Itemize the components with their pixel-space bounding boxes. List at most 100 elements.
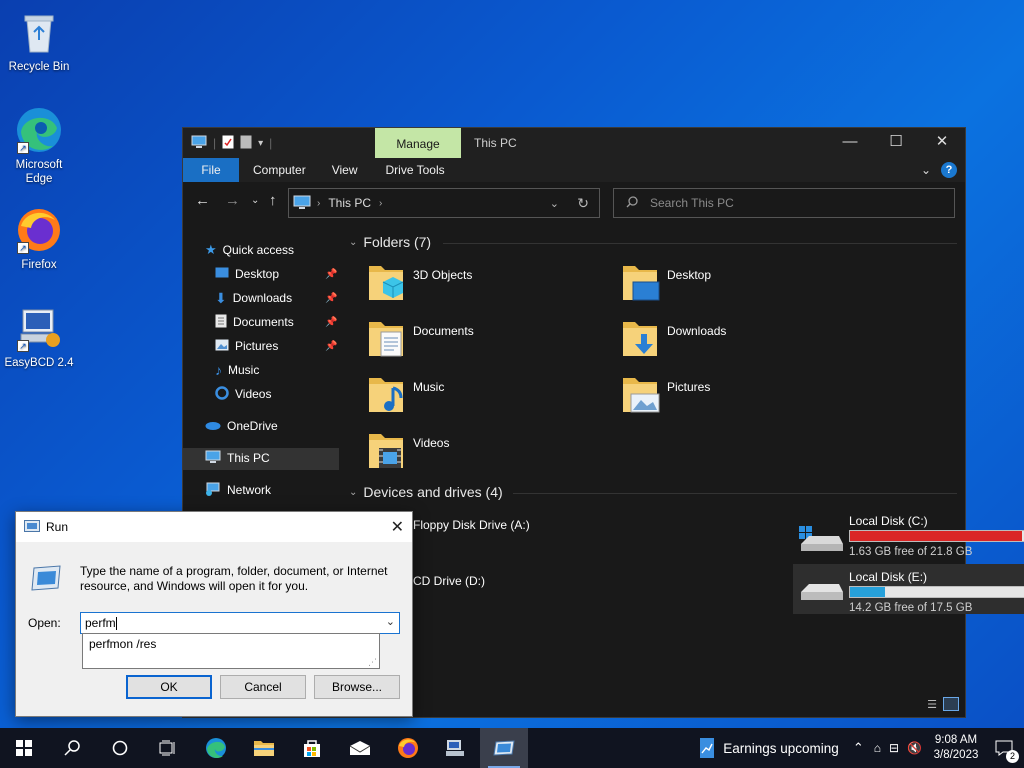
folder-label: Pictures <box>667 380 711 394</box>
address-history-icon[interactable]: ⌄ <box>550 197 559 210</box>
volume-muted-icon[interactable]: 🔇 <box>907 741 922 755</box>
folder-documents[interactable]: Documents <box>343 316 583 368</box>
breadcrumb-this-pc[interactable]: This PC <box>328 196 371 210</box>
address-bar[interactable]: › This PC › ⌄ ↻ <box>288 188 600 218</box>
large-icons-view-icon[interactable] <box>943 697 959 711</box>
taskbar-store[interactable] <box>288 728 336 768</box>
search-box[interactable]: Search This PC <box>613 188 955 218</box>
refresh-icon[interactable]: ↻ <box>577 195 589 212</box>
clock-date: 3/8/2023 <box>933 749 979 761</box>
minimize-button[interactable]: — <box>827 128 873 158</box>
new-folder-icon[interactable] <box>240 135 252 152</box>
network-icon <box>205 482 221 499</box>
drive-local-e[interactable]: Local Disk (E:) 14.2 GB free of 17.5 GB <box>793 564 1024 614</box>
search-button[interactable] <box>48 728 96 768</box>
tab-drive-tools[interactable]: Drive Tools <box>371 158 458 182</box>
folder-label: Downloads <box>667 324 727 338</box>
taskbar-mail[interactable] <box>336 728 384 768</box>
desktop-icon-easybcd[interactable]: ↗ EasyBCD 2.4 <box>1 304 77 370</box>
group-header-devices[interactable]: ⌄ Devices and drives (4) <box>349 484 503 500</box>
sidebar-item-downloads[interactable]: ⬇ Downloads 📌 <box>215 288 337 308</box>
meet-now-icon[interactable]: ⌂ <box>874 741 881 755</box>
sidebar-item-videos[interactable]: Videos <box>215 384 271 404</box>
expand-ribbon-icon[interactable]: ⌄ <box>921 163 931 177</box>
action-center-button[interactable]: 2 <box>984 728 1024 768</box>
sidebar-item-documents[interactable]: Documents 📌 <box>215 312 337 332</box>
recent-locations-icon[interactable]: ⌄ <box>251 195 259 206</box>
taskbar-firefox[interactable] <box>384 728 432 768</box>
group-header-label: Devices and drives (4) <box>363 484 503 500</box>
drive-usage-fill <box>850 587 886 597</box>
start-button[interactable] <box>0 728 48 768</box>
run-title: Run <box>46 520 69 534</box>
tab-file[interactable]: File <box>183 158 239 182</box>
taskbar-file-explorer[interactable] <box>240 728 288 768</box>
autocomplete-item[interactable]: perfmon /res <box>89 637 373 651</box>
sidebar-item-pictures[interactable]: Pictures 📌 <box>215 336 337 356</box>
show-hidden-icons-icon[interactable]: ⌃ <box>853 740 864 756</box>
open-input-text[interactable]: perfm <box>85 616 116 630</box>
drive-local-c[interactable]: Local Disk (C:) 1.63 GB free of 21.8 GB <box>793 508 1024 558</box>
sidebar-item-onedrive[interactable]: OneDrive <box>205 416 278 436</box>
open-combobox[interactable]: perfm ⌄ <box>80 612 400 634</box>
folder-downloads[interactable]: Downloads <box>597 316 837 368</box>
details-view-icon[interactable]: ☰ <box>927 698 937 711</box>
folder-3d-objects[interactable]: 3D Objects <box>343 260 583 312</box>
taskbar-run[interactable] <box>480 728 528 768</box>
dropdown-chevron-icon[interactable]: ⌄ <box>386 615 395 628</box>
busy-cursor-icon <box>215 385 229 403</box>
folder-desktop[interactable]: Desktop <box>597 260 837 312</box>
news-widget[interactable]: Earnings upcoming <box>699 737 853 759</box>
sidebar-item-this-pc[interactable]: This PC <box>205 448 270 468</box>
close-button[interactable]: ✕ <box>391 517 404 537</box>
folder-music[interactable]: Music <box>343 372 583 424</box>
properties-icon[interactable] <box>222 135 234 152</box>
sidebar-item-desktop[interactable]: Desktop 📌 <box>215 264 337 284</box>
ok-button[interactable]: OK <box>126 675 212 699</box>
drive-label: CD Drive (D:) <box>413 574 485 588</box>
sidebar-item-quick-access[interactable]: ★ Quick access <box>205 240 294 260</box>
downloads-folder-icon <box>621 316 657 360</box>
folder-videos[interactable]: Videos <box>343 428 583 480</box>
desktop-icon-edge[interactable]: ↗ Microsoft Edge <box>1 106 77 186</box>
computer-icon <box>293 195 311 212</box>
run-description: Type the name of a program, folder, docu… <box>80 564 388 593</box>
forward-arrow-icon[interactable]: → <box>225 192 240 209</box>
tab-computer[interactable]: Computer <box>239 158 320 182</box>
tab-view[interactable]: View <box>320 158 372 182</box>
download-arrow-icon: ⬇ <box>215 289 227 306</box>
back-arrow-icon[interactable]: ← <box>195 192 210 209</box>
sidebar-item-music[interactable]: ♪ Music <box>215 360 259 380</box>
desktop-icon-label: Recycle Bin <box>8 61 70 73</box>
taskbar-easybcd[interactable] <box>432 728 480 768</box>
help-icon[interactable]: ? <box>941 162 957 178</box>
news-headline: Earnings upcoming <box>723 740 839 756</box>
videos-folder-icon <box>367 428 403 472</box>
run-title-bar: Run ✕ <box>16 512 412 542</box>
manage-context-tab[interactable]: Manage <box>375 128 461 158</box>
cancel-button[interactable]: Cancel <box>220 675 306 699</box>
browse-button[interactable]: Browse... <box>314 675 400 699</box>
close-button[interactable]: ✕ <box>919 128 965 158</box>
sidebar-item-network[interactable]: Network <box>205 480 271 500</box>
network-icon[interactable]: ⊟ <box>889 741 899 755</box>
resize-grip-icon[interactable]: ⋰ <box>368 657 377 668</box>
desktop-icon-firefox[interactable]: ↗ Firefox <box>1 206 77 272</box>
content-pane: ⌄ Folders (7) 3D Objects Desktop Documen… <box>343 222 1024 692</box>
firefox-icon: ↗ <box>15 206 63 254</box>
sidebar-item-label: This PC <box>227 451 270 465</box>
cortana-button[interactable] <box>96 728 144 768</box>
clock[interactable]: 9:08 AM 3/8/2023 <box>928 733 984 763</box>
folder-label: Documents <box>413 324 474 338</box>
cortana-circle-icon <box>112 740 128 756</box>
maximize-button[interactable]: ☐ <box>873 128 919 158</box>
customize-toolbar-icon[interactable]: ▾ <box>258 138 263 149</box>
taskbar-edge[interactable] <box>192 728 240 768</box>
up-arrow-icon[interactable]: ↑ <box>269 192 277 209</box>
desktop-icon-recycle-bin[interactable]: Recycle Bin <box>1 8 77 74</box>
group-header-folders[interactable]: ⌄ Folders (7) <box>349 234 431 250</box>
divider <box>513 493 957 494</box>
task-view-button[interactable] <box>144 728 192 768</box>
folder-pictures[interactable]: Pictures <box>597 372 837 424</box>
pin-icon: 📌 <box>325 292 338 304</box>
